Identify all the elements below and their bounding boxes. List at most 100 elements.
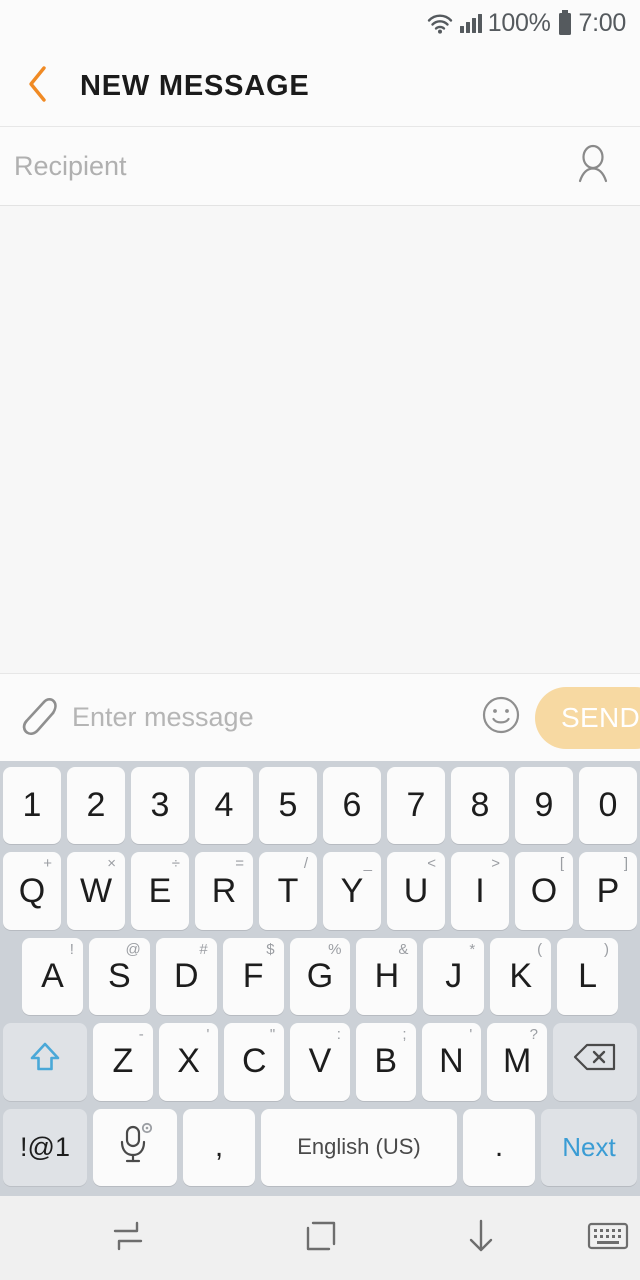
key-label: W xyxy=(79,871,113,910)
key-superscript: ; xyxy=(402,1026,407,1044)
down-arrow-icon xyxy=(461,1214,501,1263)
key-b[interactable]: ; B xyxy=(355,1023,416,1101)
key-7[interactable]: 7 xyxy=(387,767,445,845)
space-key[interactable]: English (US) xyxy=(261,1108,457,1187)
key-t[interactable]: / T xyxy=(259,852,317,930)
keyboard-row-top: + Q × W ÷ E = R / T _ Y < U > I [O ] P xyxy=(0,852,640,930)
key-y[interactable]: _ Y xyxy=(323,852,381,930)
key-s[interactable]: @ S xyxy=(88,937,150,1016)
send-button[interactable]: SEND xyxy=(535,686,640,749)
keyboard-row-bottom: -Z ' X " C :V ; B ' N ? M xyxy=(0,1023,640,1101)
key-superscript: : xyxy=(336,1026,341,1044)
add-contact-button[interactable] xyxy=(568,141,618,191)
key-c[interactable]: " C xyxy=(224,1023,285,1101)
key-j[interactable]: * J xyxy=(423,937,485,1016)
key-label: P xyxy=(596,871,620,910)
keyboard-switch-button[interactable] xyxy=(576,1196,640,1280)
key-label: D xyxy=(173,957,199,996)
message-input[interactable] xyxy=(62,702,473,733)
key-superscript: $ xyxy=(266,940,275,958)
key-v[interactable]: :V xyxy=(290,1023,350,1101)
key-label: X xyxy=(177,1042,200,1081)
key-label: 2 xyxy=(86,786,106,825)
backspace-key[interactable] xyxy=(553,1023,638,1101)
recipient-row xyxy=(0,126,640,206)
key-2[interactable]: 2 xyxy=(67,767,125,845)
emoji-button[interactable] xyxy=(473,690,529,746)
key-x[interactable]: ' X xyxy=(158,1023,219,1101)
key-u[interactable]: < U xyxy=(387,852,445,930)
signal-bars-icon xyxy=(459,13,482,33)
recipient-input[interactable] xyxy=(14,150,568,182)
key-label: 7 xyxy=(406,786,426,825)
key-p[interactable]: ] P xyxy=(579,852,637,930)
key-f[interactable]: $ F xyxy=(222,937,284,1016)
key-superscript: = xyxy=(235,855,244,873)
conversation-area xyxy=(0,206,640,673)
key-d[interactable]: # D xyxy=(155,937,217,1016)
status-bar: 100% 7:00 xyxy=(0,0,640,46)
key-e[interactable]: ÷ E xyxy=(131,852,189,930)
key-label: Y xyxy=(340,871,364,910)
next-key[interactable]: Next xyxy=(541,1108,637,1187)
key-superscript: < xyxy=(427,855,436,873)
key-a[interactable]: ! A xyxy=(22,937,83,1016)
wifi-icon xyxy=(426,12,454,34)
voice-input-key[interactable] xyxy=(93,1108,177,1187)
key-i[interactable]: > I xyxy=(451,852,509,930)
key-5[interactable]: 5 xyxy=(259,767,317,845)
keyboard: 1 2 3 4 5 6 7 8 9 0 + Q × W ÷ E = R / T _ Y < U… xyxy=(0,761,640,1196)
key-z[interactable]: -Z xyxy=(92,1023,153,1101)
key-label: K xyxy=(509,957,533,996)
key-n[interactable]: ' N xyxy=(421,1023,482,1101)
backspace-icon xyxy=(572,1041,618,1082)
key-8[interactable]: 8 xyxy=(451,767,509,845)
attach-button[interactable] xyxy=(8,691,62,745)
key-label: 9 xyxy=(534,786,554,825)
key-9[interactable]: 9 xyxy=(515,767,573,845)
key-label: 8 xyxy=(470,786,490,825)
key-6[interactable]: 6 xyxy=(323,767,381,845)
shift-key[interactable] xyxy=(2,1023,87,1101)
key-o[interactable]: [O xyxy=(515,852,573,930)
key-superscript: _ xyxy=(363,855,372,873)
key-superscript: - xyxy=(138,1026,144,1044)
key-label: 5 xyxy=(278,786,298,825)
shift-arrow-icon xyxy=(25,1037,65,1086)
key-superscript: × xyxy=(107,855,116,873)
keyboard-row-function: !@1 , English (US) . Next xyxy=(0,1108,640,1187)
key-superscript: # xyxy=(199,940,208,958)
key-l[interactable]: ) L xyxy=(557,937,619,1016)
keyboard-row-numbers: 1 2 3 4 5 6 7 8 9 0 xyxy=(0,767,640,845)
key-h[interactable]: & H xyxy=(356,937,418,1016)
recents-button[interactable] xyxy=(0,1196,256,1280)
period-key[interactable]: . xyxy=(463,1108,535,1187)
key-label: R xyxy=(211,871,237,910)
key-superscript: " xyxy=(269,1026,276,1044)
comma-key[interactable]: , xyxy=(183,1108,255,1187)
title-bar: NEW MESSAGE xyxy=(0,46,640,126)
key-3[interactable]: 3 xyxy=(131,767,189,845)
back-chevron-icon xyxy=(26,64,50,109)
key-superscript: @ xyxy=(125,940,141,958)
key-label: B xyxy=(374,1042,398,1081)
key-w[interactable]: × W xyxy=(67,852,125,930)
key-r[interactable]: = R xyxy=(195,852,253,930)
key-label: S xyxy=(107,957,131,996)
key-1[interactable]: 1 xyxy=(3,767,61,845)
key-label: Q xyxy=(18,871,46,910)
key-label: H xyxy=(374,957,400,996)
hide-keyboard-button[interactable] xyxy=(386,1196,576,1280)
key-0[interactable]: 0 xyxy=(579,767,637,845)
key-label: T xyxy=(277,871,299,910)
key-q[interactable]: + Q xyxy=(3,852,61,930)
key-g[interactable]: % G xyxy=(289,937,351,1016)
home-button[interactable] xyxy=(256,1196,386,1280)
key-m[interactable]: ? M xyxy=(487,1023,548,1101)
key-label: 0 xyxy=(598,786,618,825)
symbols-key[interactable]: !@1 xyxy=(3,1108,87,1187)
key-k[interactable]: (K xyxy=(490,937,552,1016)
back-button[interactable] xyxy=(18,64,58,108)
key-superscript: ' xyxy=(469,1026,473,1044)
key-4[interactable]: 4 xyxy=(195,767,253,845)
